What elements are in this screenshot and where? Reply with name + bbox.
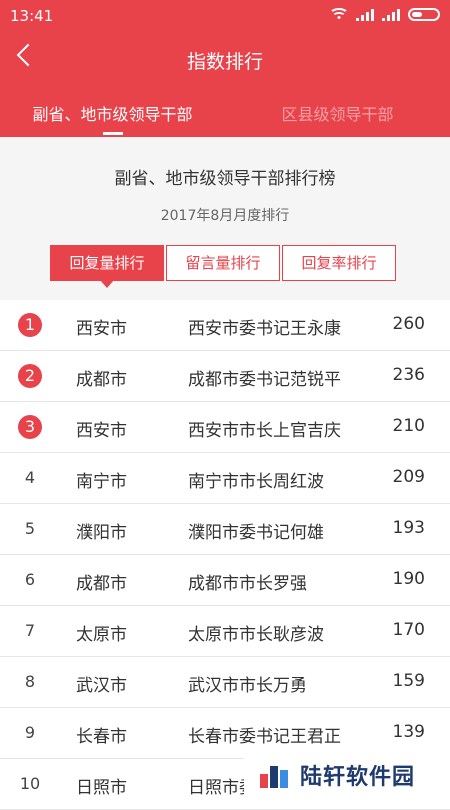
score-value: 190: [392, 569, 425, 589]
ranking-row[interactable]: 7 太原市 太原市市长耿彦波 170: [0, 606, 450, 657]
ranking-row[interactable]: 2 成都市 成都市委书记范锐平 236: [0, 351, 450, 402]
signal-icon: [356, 8, 374, 21]
official-name: 太原市市长耿彦波: [188, 625, 324, 645]
tab-label: 副省、地市级领导干部: [32, 105, 193, 124]
score-value: 236: [392, 365, 425, 385]
city-name: 南宁市: [76, 472, 127, 492]
city-name: 成都市: [76, 574, 127, 594]
official-name: 濮阳市委书记何雄: [188, 523, 324, 543]
segment-label: 回复率排行: [301, 254, 377, 272]
score-value: 170: [392, 620, 425, 640]
ranking-title: 副省、地市级领导干部排行榜: [114, 169, 336, 189]
rank-number: 10: [19, 774, 41, 793]
ranking-row[interactable]: 5 濮阳市 濮阳市委书记何雄 193: [0, 504, 450, 555]
ranking-row[interactable]: 8 武汉市 武汉市市长万勇 159: [0, 657, 450, 708]
tab-bar: 副省、地市级领导干部 区县级领导干部: [0, 86, 450, 137]
segment-label: 留言量排行: [185, 254, 261, 272]
status-icons: [329, 8, 440, 21]
score-value: 210: [392, 416, 425, 436]
reply-rate-ranking-button[interactable]: 回复率排行: [282, 245, 396, 281]
reply-count-ranking-button[interactable]: 回复量排行: [50, 245, 164, 288]
official-name: 西安市委书记王永康: [188, 319, 341, 339]
official-name: 成都市市长罗强: [188, 574, 307, 594]
score-value: 139: [392, 722, 425, 742]
tab-label: 区县级领导干部: [281, 105, 394, 124]
official-name: 长春市委书记王君正: [188, 727, 341, 747]
ranking-row[interactable]: 6 成都市 成都市市长罗强 190: [0, 555, 450, 606]
rank-badge: 1: [18, 313, 42, 337]
tab-prefecture-officials[interactable]: 副省、地市级领导干部: [0, 86, 225, 137]
app-header: 13:41 指数排行 副省、地市级领导干部 区县级领导干部: [0, 0, 450, 137]
signal-icon: [382, 8, 400, 21]
city-name: 西安市: [76, 319, 127, 339]
tab-indicator: [102, 132, 123, 135]
score-value: 260: [392, 314, 425, 334]
ranking-type-selector: 回复量排行 留言量排行 回复率排行: [50, 245, 398, 288]
official-name: 成都市委书记范锐平: [188, 370, 341, 390]
status-bar: 13:41: [0, 0, 450, 32]
tab-county-officials[interactable]: 区县级领导干部: [225, 86, 450, 137]
score-value: 159: [392, 671, 425, 691]
watermark-text: 陆轩软件园: [300, 765, 416, 790]
ranking-row[interactable]: 4 南宁市 南宁市市长周红波 209: [0, 453, 450, 504]
rank-number: 4: [24, 468, 36, 487]
title-bar: 指数排行: [0, 32, 450, 86]
city-name: 武汉市: [76, 676, 127, 696]
rank-number: 5: [24, 519, 36, 538]
city-name: 太原市: [76, 625, 127, 645]
official-name: 西安市市长上官吉庆: [188, 421, 341, 441]
rank-number: 9: [24, 723, 36, 742]
score-value: 193: [392, 518, 425, 538]
city-name: 成都市: [76, 370, 127, 390]
status-time: 13:41: [10, 7, 54, 25]
ranking-period: 2017年8月月度排行: [160, 208, 290, 224]
watermark: 陆轩软件园: [244, 750, 450, 800]
watermark-logo-icon: [260, 762, 290, 788]
rank-number: 8: [24, 672, 36, 691]
official-name: 武汉市市长万勇: [188, 676, 307, 696]
battery-icon: [408, 8, 440, 21]
ranking-row[interactable]: 1 西安市 西安市委书记王永康 260: [0, 300, 450, 351]
rank-number: 7: [24, 621, 36, 640]
rank-badge: 2: [18, 364, 42, 388]
city-name: 日照市: [76, 778, 127, 798]
ranking-list: 1 西安市 西安市委书记王永康 260 2 成都市 成都市委书记范锐平 236 …: [0, 300, 450, 810]
selected-pointer-icon: [100, 280, 114, 288]
wifi-icon: [329, 8, 349, 21]
rank-badge: 3: [18, 415, 42, 439]
city-name: 长春市: [76, 727, 127, 747]
official-name: 南宁市市长周红波: [188, 472, 324, 492]
segment-label: 回复量排行: [69, 254, 145, 272]
message-count-ranking-button[interactable]: 留言量排行: [166, 245, 280, 281]
rank-number: 6: [24, 570, 36, 589]
city-name: 西安市: [76, 421, 127, 441]
city-name: 濮阳市: [76, 523, 127, 543]
page-title: 指数排行: [186, 51, 263, 73]
ranking-row[interactable]: 3 西安市 西安市市长上官吉庆 210: [0, 402, 450, 453]
score-value: 209: [392, 467, 425, 487]
